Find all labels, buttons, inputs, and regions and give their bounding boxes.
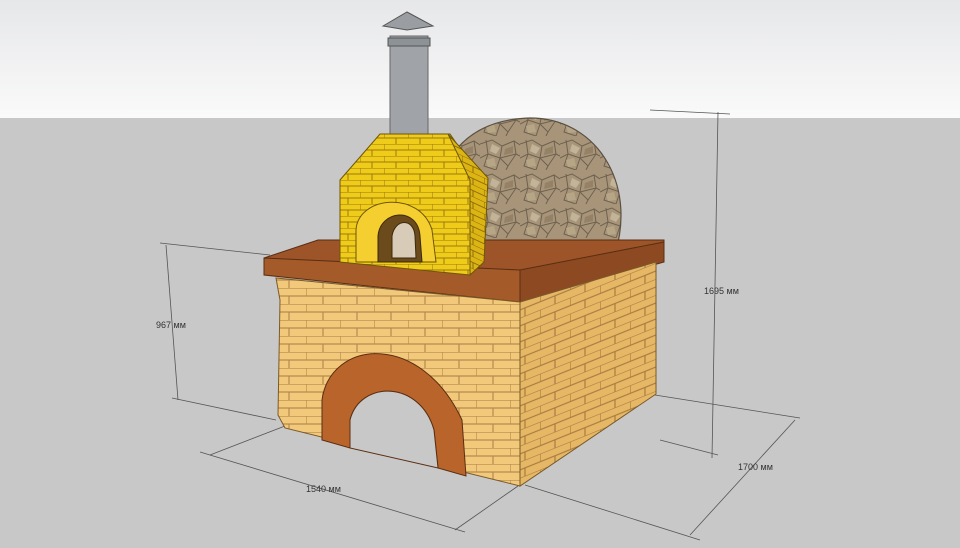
depth-label: 1700 мм bbox=[738, 462, 773, 472]
oven-portal bbox=[339, 133, 489, 277]
oven-diagram: 967 мм 1540 мм 1695 мм 1700 мм bbox=[0, 0, 960, 548]
total-height-label: 1695 мм bbox=[704, 286, 739, 296]
base-height-label: 967 мм bbox=[156, 320, 186, 330]
chimney-pipe bbox=[389, 35, 429, 137]
sky bbox=[0, 0, 960, 118]
chimney-collar bbox=[387, 37, 431, 47]
width-label: 1540 мм bbox=[306, 484, 341, 494]
